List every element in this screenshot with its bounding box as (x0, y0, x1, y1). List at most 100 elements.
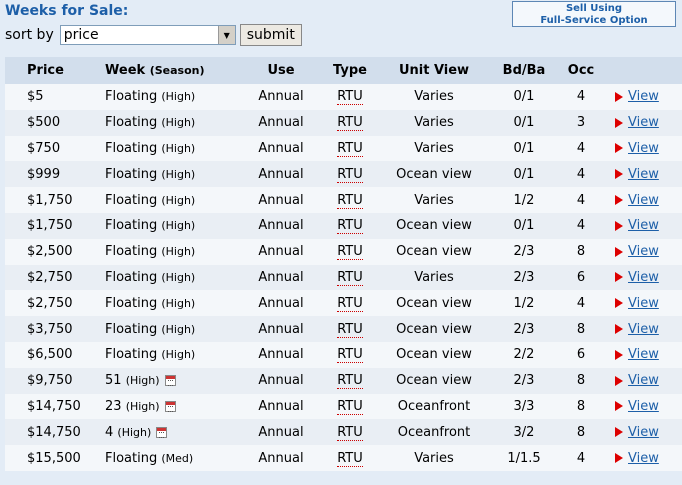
type-value[interactable]: RTU (337, 218, 363, 235)
view-cell: View (607, 239, 682, 265)
sort-select-value: price (63, 27, 99, 43)
view-link[interactable]: View (628, 373, 659, 388)
column-header-use[interactable]: Use (237, 57, 325, 84)
calendar-icon[interactable] (164, 375, 176, 387)
view-cell: View (607, 265, 682, 291)
use-cell: Annual (258, 295, 304, 311)
column-header-week-label: Week (105, 63, 146, 78)
calendar-icon[interactable] (156, 426, 168, 438)
type-cell: RTU (325, 265, 375, 291)
play-arrow-icon (615, 349, 623, 360)
type-cell: RTU (325, 419, 375, 445)
table-row: $999 Floating (High) Annual RTU Ocean view 0/… (5, 161, 682, 188)
week-cell: Floating (High) (105, 213, 237, 239)
view-link[interactable]: View (628, 167, 659, 182)
table-row: $5 Floating (High) Annual RTU Varies 0/1 4 View (5, 84, 682, 110)
use-cell: Annual (258, 269, 304, 285)
chevron-down-icon[interactable]: ▼ (217, 26, 235, 44)
occ-cell: 6 (576, 269, 586, 285)
price-cell: $6,500 (27, 347, 73, 363)
type-value[interactable]: RTU (337, 269, 363, 286)
type-cell: RTU (325, 342, 375, 368)
type-value[interactable]: RTU (337, 450, 363, 467)
type-cell: RTU (325, 445, 375, 471)
table-row: $3,750 Floating (High) Annual RTU Ocean view… (5, 316, 682, 342)
occ-cell: 4 (576, 218, 586, 234)
play-arrow-icon (615, 169, 623, 180)
column-header-week[interactable]: Week (Season) (105, 57, 237, 84)
week-cell: Floating (High) (105, 161, 237, 187)
unit-view-cell: Varies (414, 269, 454, 285)
week-cell: Floating (High) (105, 342, 237, 368)
week-value: Floating (105, 192, 158, 208)
sort-select[interactable]: price ▼ (59, 25, 236, 45)
type-value[interactable]: RTU (337, 115, 363, 132)
price-cell: $999 (27, 166, 61, 182)
week-value: Floating (105, 115, 158, 131)
unit-view-cell: Ocean view (396, 321, 472, 337)
view-link[interactable]: View (628, 89, 659, 104)
season-value: (High) (161, 116, 196, 130)
table-header-row: Price Week (Season) Use Type Unit View B… (5, 57, 682, 84)
view-cell: View (607, 213, 682, 239)
type-value[interactable]: RTU (337, 89, 363, 106)
type-value[interactable]: RTU (337, 398, 363, 415)
column-header-price[interactable]: Price (5, 57, 105, 84)
occ-cell: 4 (576, 450, 586, 466)
type-value[interactable]: RTU (337, 321, 363, 338)
view-link[interactable]: View (628, 451, 659, 466)
week-value: 51 (105, 373, 122, 389)
type-value[interactable]: RTU (337, 244, 363, 261)
page-title: Weeks for Sale: (5, 3, 129, 19)
type-value[interactable]: RTU (337, 347, 363, 364)
weeks-table: Price Week (Season) Use Type Unit View B… (5, 57, 682, 471)
table-row: $500 Floating (High) Annual RTU Varies 0/1 3 Vi… (5, 109, 682, 136)
column-header-bdba[interactable]: Bd/Ba (493, 57, 555, 84)
view-link[interactable]: View (628, 296, 659, 311)
view-link[interactable]: View (628, 425, 659, 440)
view-link[interactable]: View (628, 141, 659, 156)
unit-view-cell: Ocean view (396, 347, 472, 363)
bdba-cell: 2/2 (513, 347, 535, 363)
submit-button[interactable]: submit (239, 24, 302, 46)
week-value: Floating (105, 166, 158, 182)
view-link[interactable]: View (628, 322, 659, 337)
week-cell: Floating (High) (105, 265, 237, 291)
type-value[interactable]: RTU (337, 295, 363, 312)
use-cell: Annual (258, 450, 304, 466)
column-header-action (607, 57, 682, 84)
use-cell: Annual (258, 321, 304, 337)
season-value: (Med) (161, 451, 194, 465)
use-cell: Annual (258, 398, 304, 414)
type-value[interactable]: RTU (337, 192, 363, 209)
column-header-occ[interactable]: Occ (555, 57, 607, 84)
view-link[interactable]: View (628, 399, 659, 414)
view-cell: View (607, 368, 682, 394)
view-link[interactable]: View (628, 115, 659, 130)
week-cell: Floating (High) (105, 110, 237, 136)
view-cell: View (607, 84, 682, 110)
bdba-cell: 2/3 (513, 373, 535, 389)
use-cell: Annual (258, 192, 304, 208)
type-value[interactable]: RTU (337, 424, 363, 441)
view-link[interactable]: View (628, 347, 659, 362)
view-cell: View (607, 419, 682, 445)
use-cell: Annual (258, 347, 304, 363)
view-link[interactable]: View (628, 193, 659, 208)
view-link[interactable]: View (628, 270, 659, 285)
sort-controls: sort by price ▼ submit (5, 24, 302, 46)
column-header-unit-view[interactable]: Unit View (375, 57, 493, 84)
type-value[interactable]: RTU (337, 373, 363, 390)
view-link[interactable]: View (628, 218, 659, 233)
calendar-icon[interactable] (164, 400, 176, 412)
table-row: $1,750 Floating (High) Annual RTU Varies 1/2 4… (5, 187, 682, 213)
occ-cell: 6 (576, 347, 586, 363)
price-cell: $5 (27, 89, 44, 105)
view-cell: View (607, 316, 682, 342)
column-header-type[interactable]: Type (325, 57, 375, 84)
season-value: (High) (161, 348, 196, 362)
type-value[interactable]: RTU (337, 166, 363, 183)
type-value[interactable]: RTU (337, 140, 363, 157)
view-link[interactable]: View (628, 244, 659, 259)
sell-full-service-button[interactable]: Sell Using Full-Service Option (512, 1, 676, 27)
